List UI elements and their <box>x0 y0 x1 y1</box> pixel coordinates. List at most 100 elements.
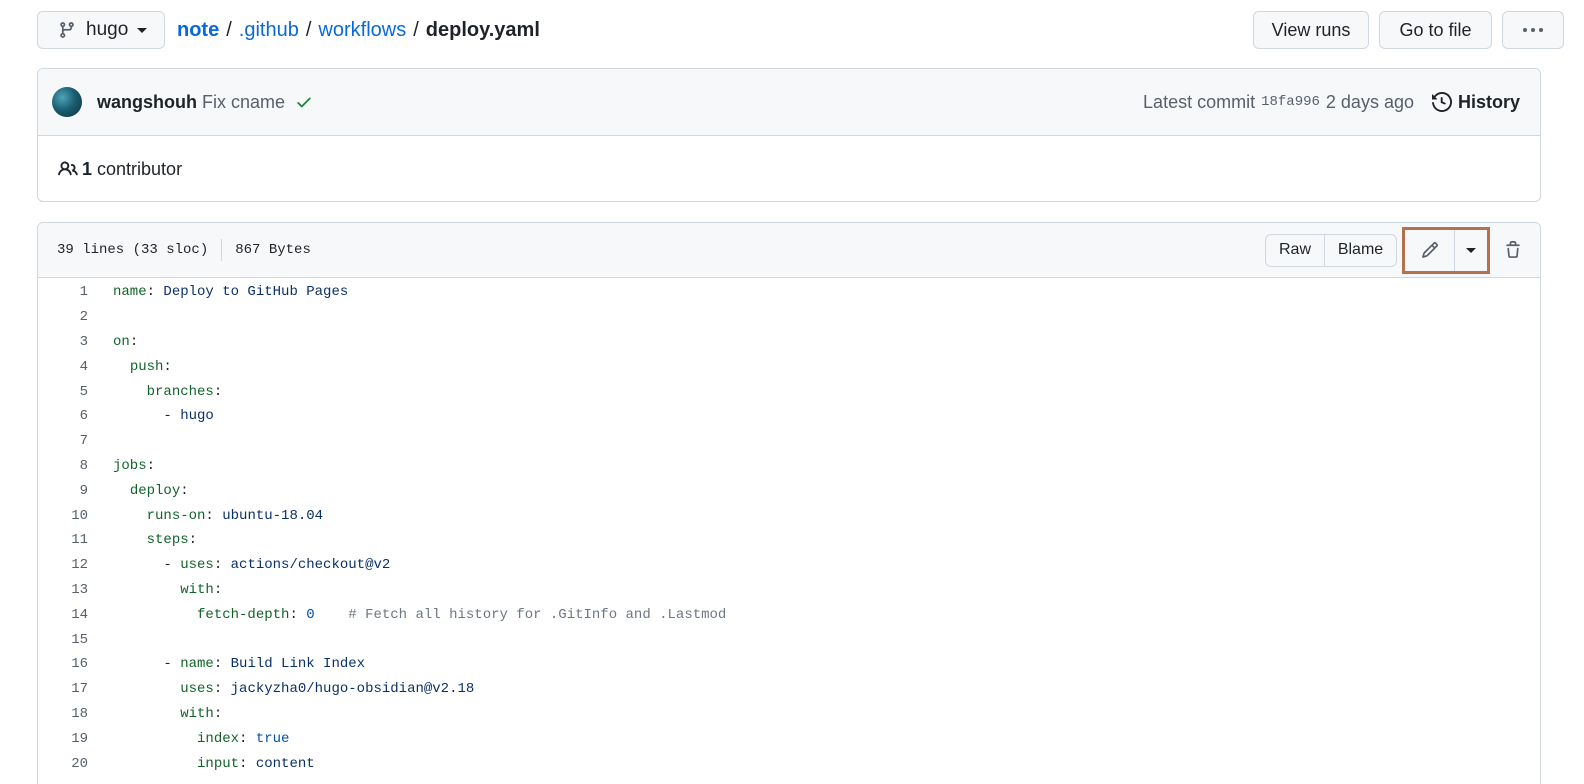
delete-file-button[interactable] <box>1500 235 1526 265</box>
commit-author[interactable]: wangshouh <box>97 92 197 113</box>
line-number[interactable]: 15 <box>38 632 88 648</box>
yaml-key: jobs <box>113 457 147 474</box>
commit-message[interactable]: Fix cname <box>202 92 285 113</box>
commit-box: wangshouh Fix cname Latest commit 18fa99… <box>37 68 1541 202</box>
avatar[interactable] <box>52 87 82 117</box>
line-number[interactable]: 3 <box>38 334 88 350</box>
line-content: - hugo <box>113 408 213 425</box>
edit-file-button[interactable] <box>1405 229 1455 271</box>
yaml-key: fetch-depth <box>197 606 290 623</box>
view-runs-button[interactable]: View runs <box>1253 11 1369 49</box>
commit-meta: Latest commit 18fa996 2 days ago History <box>1143 92 1520 113</box>
yaml-value: 0 <box>306 606 315 623</box>
history-label: History <box>1457 91 1520 112</box>
line-number[interactable]: 4 <box>38 359 88 375</box>
line-content: branches: <box>113 384 223 400</box>
code-line: 16 - name: Build Link Index <box>38 652 1540 677</box>
yaml-key: name <box>180 656 214 673</box>
line-number[interactable]: 17 <box>38 681 88 697</box>
yaml-key: uses <box>180 557 214 574</box>
commit-time: 2 days ago <box>1325 91 1414 112</box>
code-line: 6 - hugo <box>38 404 1540 429</box>
code-line: 9 deploy: <box>38 478 1540 503</box>
code-line: 10 runs-on: ubuntu-18.04 <box>38 503 1540 528</box>
line-indent: - <box>113 557 181 574</box>
code-line: 15 <box>38 627 1540 652</box>
line-content: runs-on: ubuntu-18.04 <box>113 508 323 524</box>
line-number[interactable]: 13 <box>38 582 88 598</box>
line-number[interactable]: 5 <box>38 384 88 400</box>
breadcrumb-separator: / <box>305 18 312 41</box>
latest-commit-label: Latest commit <box>1143 91 1256 112</box>
file-header: 39 lines (33 sloc) 867 Bytes Raw Blame <box>38 223 1540 278</box>
line-indent: - <box>113 408 181 425</box>
more-options-button[interactable] <box>1502 11 1564 49</box>
line-number[interactable]: 9 <box>38 483 88 499</box>
raw-blame-group: Raw Blame <box>1265 233 1397 267</box>
yaml-key: on <box>113 333 130 350</box>
branch-name: hugo <box>86 19 129 40</box>
line-content: index: true <box>113 731 289 747</box>
code-body: 1 name: Deploy to GitHub Pages 2 3 on: 4 push… <box>38 278 1540 776</box>
yaml-key: name <box>113 284 147 301</box>
file-info: 39 lines (33 sloc) 867 Bytes <box>57 239 311 261</box>
code-line: 8 jobs: <box>38 454 1540 479</box>
line-number[interactable]: 19 <box>38 731 88 747</box>
breadcrumb-separator: / <box>413 18 419 41</box>
yaml-value: actions/checkout@v2 <box>230 557 391 574</box>
breadcrumb-separator: / <box>226 18 232 41</box>
breadcrumb-github-link[interactable]: .github <box>239 19 299 42</box>
code-line: 11 steps: <box>38 528 1540 553</box>
line-content: on: <box>113 333 139 350</box>
yaml-comment: # Fetch all history for .GitInfo and .La… <box>348 606 727 623</box>
contributors-row[interactable]: 1 contributor <box>38 136 1540 201</box>
yaml-value: Deploy to GitHub Pages <box>163 284 349 301</box>
line-number[interactable]: 14 <box>38 607 88 623</box>
file-lines-info: 39 lines (33 sloc) <box>57 242 209 258</box>
yaml-value: jackyzha0/hugo-obsidian@v2.18 <box>230 681 475 698</box>
breadcrumb-workflows-link[interactable]: workflows <box>318 19 406 42</box>
branch-selector-button[interactable]: hugo <box>37 11 165 49</box>
line-number[interactable]: 11 <box>38 532 88 548</box>
line-number[interactable]: 20 <box>38 756 88 772</box>
commit-sha[interactable]: 18fa996 <box>1261 94 1320 110</box>
line-number[interactable]: 7 <box>38 433 88 449</box>
line-number[interactable]: 1 <box>38 284 88 300</box>
line-content: uses: jackyzha0/hugo-obsidian@v2.18 <box>113 681 474 697</box>
yaml-key: input <box>197 755 240 772</box>
yaml-value: true <box>255 730 290 747</box>
line-number[interactable]: 6 <box>38 408 88 424</box>
yaml-key: steps <box>146 532 189 549</box>
line-number[interactable]: 18 <box>38 706 88 722</box>
git-branch-icon <box>60 22 74 38</box>
breadcrumb-repo-link[interactable]: note <box>177 19 219 42</box>
check-icon[interactable] <box>295 93 313 111</box>
line-number[interactable]: 10 <box>38 508 88 524</box>
line-number[interactable]: 12 <box>38 557 88 573</box>
go-to-file-button[interactable]: Go to file <box>1379 11 1492 49</box>
line-content: with: <box>113 582 222 598</box>
line-number[interactable]: 16 <box>38 656 88 672</box>
edit-dropdown-button[interactable] <box>1455 230 1487 271</box>
divider <box>221 239 223 261</box>
line-number[interactable]: 2 <box>38 309 88 325</box>
code-line: 3 on: <box>38 330 1540 355</box>
line-content: - uses: actions/checkout@v2 <box>113 557 391 574</box>
history-button[interactable]: History <box>1431 91 1520 113</box>
pencil-icon <box>1421 242 1438 258</box>
yaml-key: runs-on <box>146 507 206 524</box>
line-number[interactable]: 8 <box>38 458 88 474</box>
file-viewer: 39 lines (33 sloc) 867 Bytes Raw Blame 1… <box>37 222 1541 784</box>
code-line: 5 branches: <box>38 379 1540 404</box>
blame-button[interactable]: Blame <box>1325 235 1396 266</box>
trash-icon <box>1506 241 1520 258</box>
raw-button[interactable]: Raw <box>1266 234 1325 266</box>
